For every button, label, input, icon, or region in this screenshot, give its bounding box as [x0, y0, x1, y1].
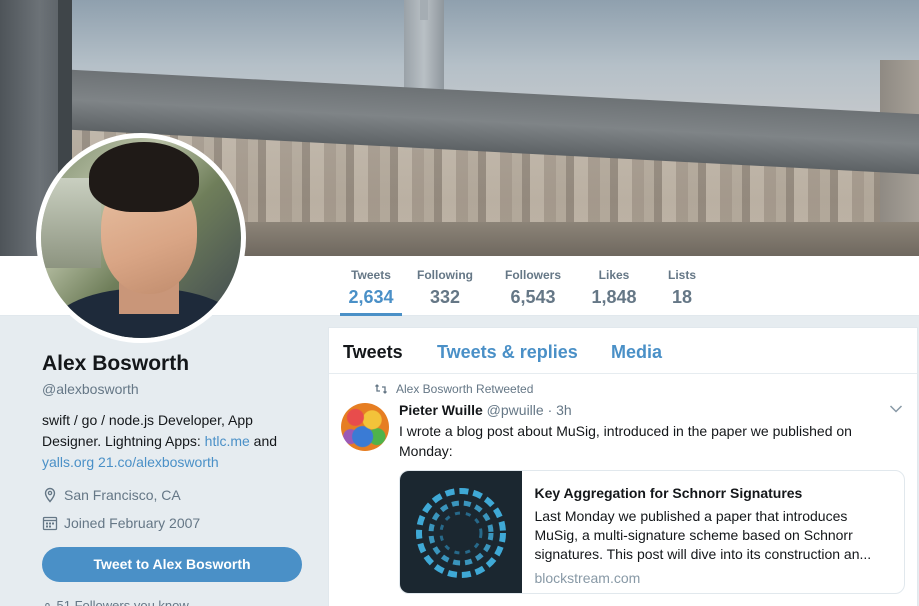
- tweet-to-button[interactable]: Tweet to Alex Bosworth: [42, 547, 302, 582]
- nav-count: 1,848: [591, 287, 637, 307]
- card-title: Key Aggregation for Schnorr Signatures: [534, 485, 803, 501]
- location-text: San Francisco, CA: [64, 487, 181, 503]
- card-domain: blockstream.com: [534, 570, 641, 586]
- profile-card: Alex Bosworth @alexbosworth swift / go /…: [42, 350, 312, 532]
- tweet-text: I wrote a blog post about MuSig, introdu…: [399, 423, 852, 459]
- tweet-separator: ·: [547, 402, 553, 418]
- profile-joined: Joined February 2007: [42, 514, 312, 532]
- nav-count: 332: [429, 287, 461, 307]
- nav-label: Following: [417, 268, 473, 282]
- tweet-timestamp[interactable]: 3h: [556, 402, 572, 418]
- tweet-author-avatar[interactable]: [341, 403, 389, 451]
- profile-avatar[interactable]: [36, 133, 246, 343]
- nav-label: Likes: [598, 268, 630, 282]
- bio-link-21co[interactable]: 21.co/alexbosworth: [98, 454, 219, 470]
- followers-you-know[interactable]: ⚬ 51 Followers you know: [42, 598, 189, 606]
- nav-likes[interactable]: Likes 1,848: [585, 256, 643, 316]
- avatar-image: [41, 138, 241, 338]
- retweet-label: Alex Bosworth Retweeted: [396, 382, 534, 396]
- tab-tweets-replies[interactable]: Tweets & replies: [437, 342, 578, 363]
- card-image: [400, 471, 523, 593]
- nav-count: 6,543: [510, 287, 556, 307]
- profile-location: San Francisco, CA: [42, 486, 312, 504]
- profile-bio: swift / go / node.js Developer, App Desi…: [42, 410, 312, 473]
- tab-media[interactable]: Media: [611, 342, 662, 363]
- nav-label: Followers: [504, 268, 561, 282]
- tweet-author-name[interactable]: Pieter Wuille: [399, 402, 483, 418]
- timeline-tabs: Tweets Tweets & replies Media: [329, 328, 917, 374]
- tab-tweets[interactable]: Tweets: [343, 342, 403, 363]
- nav-followers[interactable]: Followers 6,543: [502, 256, 564, 316]
- banner-tower-top: [420, 0, 428, 20]
- card-logo-icon: [416, 488, 507, 578]
- followers-you-know-text: 51 Followers you know: [56, 598, 189, 606]
- card-description: Last Monday we published a paper that in…: [534, 508, 872, 562]
- calendar-icon: [42, 516, 58, 531]
- chevron-down-icon[interactable]: [889, 404, 903, 414]
- timeline: Tweets Tweets & replies Media Alex Boswo…: [328, 327, 918, 606]
- link-card[interactable]: Key Aggregation for Schnorr Signatures L…: [399, 470, 905, 594]
- tweet-header: Pieter Wuille @pwuille · 3h: [399, 401, 572, 420]
- joined-text: Joined February 2007: [64, 515, 201, 531]
- nav-count: 2,634: [348, 287, 394, 307]
- bio-link-htlc[interactable]: htlc.me: [205, 433, 250, 449]
- bio-and: and: [249, 433, 278, 449]
- followers-icon: ⚬: [42, 598, 53, 606]
- nav-following[interactable]: Following 332: [414, 256, 476, 316]
- avatar-hair: [89, 142, 199, 212]
- nav-tweets[interactable]: Tweets 2,634: [340, 256, 402, 316]
- nav-lists[interactable]: Lists 18: [660, 256, 704, 316]
- profile-handle[interactable]: @alexbosworth: [42, 379, 312, 399]
- card-body: Key Aggregation for Schnorr Signatures L…: [522, 471, 904, 593]
- profile-display-name[interactable]: Alex Bosworth: [42, 350, 312, 378]
- bio-link-yalls[interactable]: yalls.org: [42, 454, 94, 470]
- tweet-author-handle[interactable]: @pwuille: [487, 402, 544, 418]
- nav-label: Tweets: [351, 268, 391, 282]
- location-pin-icon: [44, 487, 56, 503]
- nav-label: Lists: [667, 268, 696, 282]
- retweet-icon: [375, 384, 387, 394]
- nav-count: 18: [671, 287, 693, 307]
- retweet-context[interactable]: Alex Bosworth Retweeted: [374, 382, 533, 396]
